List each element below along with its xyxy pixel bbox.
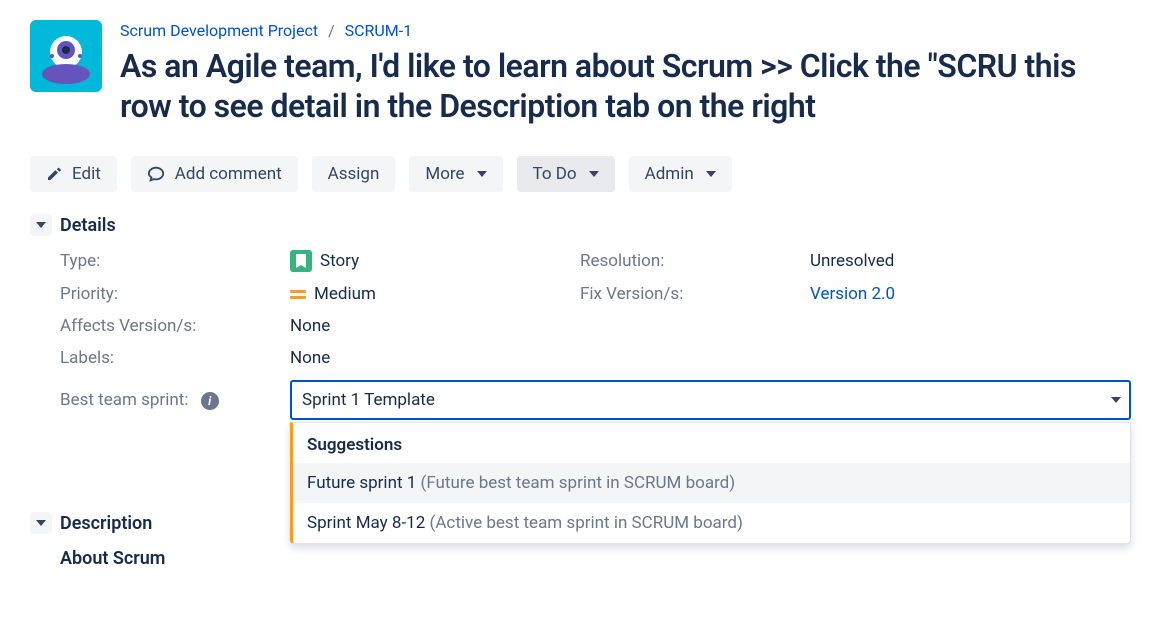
details-header[interactable]: Details [30, 214, 1131, 236]
chevron-down-icon [36, 520, 46, 526]
resolution-label: Resolution: [580, 251, 810, 271]
edit-button[interactable]: Edit [30, 156, 117, 192]
edit-label: Edit [72, 164, 101, 184]
more-button[interactable]: More [409, 156, 502, 192]
sprint-dropdown: Suggestions Future sprint 1 (Future best… [290, 422, 1131, 544]
fix-version-label: Fix Version/s: [580, 284, 810, 304]
description-heading: About Scrum [60, 548, 1131, 569]
dropdown-header: Suggestions [293, 423, 1130, 463]
breadcrumb-issue-link[interactable]: SCRUM-1 [345, 21, 413, 40]
pencil-icon [46, 166, 62, 182]
labels-label: Labels: [60, 348, 290, 368]
toolbar: Edit Add comment Assign More To Do Admin [30, 156, 1131, 192]
affects-version-label: Affects Version/s: [60, 316, 290, 336]
chevron-down-icon [477, 171, 487, 177]
chevron-down-icon [36, 222, 46, 228]
story-icon [290, 250, 312, 272]
admin-label: Admin [645, 164, 694, 184]
priority-text: Medium [314, 284, 376, 304]
add-comment-button[interactable]: Add comment [131, 156, 298, 192]
status-button[interactable]: To Do [517, 156, 615, 192]
details-section: Details Type: Story Resolution: Unresolv… [30, 214, 1131, 420]
dropdown-item[interactable]: Sprint May 8-12 (Active best team sprint… [293, 503, 1130, 543]
breadcrumb: Scrum Development Project / SCRUM-1 [120, 20, 1131, 42]
type-label: Type: [60, 251, 290, 271]
resolution-value: Unresolved [810, 251, 1131, 271]
sprint-label: Best team sprint: i [60, 390, 290, 410]
assign-button[interactable]: Assign [312, 156, 396, 192]
breadcrumb-separator: / [328, 21, 335, 40]
chevron-down-icon [589, 171, 599, 177]
affects-version-value: None [290, 316, 1131, 336]
fix-version-value: Version 2.0 [810, 284, 1131, 304]
sprint-input[interactable] [290, 380, 1131, 420]
dropdown-item-secondary: (Active best team sprint in SCRUM board) [430, 513, 743, 533]
info-icon[interactable]: i [201, 392, 219, 410]
fix-version-link[interactable]: Version 2.0 [810, 284, 895, 304]
chevron-down-icon [706, 171, 716, 177]
project-avatar [30, 20, 102, 92]
details-title: Details [60, 215, 116, 236]
collapse-button[interactable] [30, 214, 52, 236]
more-label: More [425, 164, 464, 184]
priority-label: Priority: [60, 284, 290, 304]
labels-value: None [290, 348, 1131, 368]
type-text: Story [320, 251, 359, 271]
add-comment-label: Add comment [175, 164, 282, 184]
collapse-button[interactable] [30, 512, 52, 534]
issue-title: As an Agile team, I'd like to learn abou… [120, 46, 1131, 126]
admin-button[interactable]: Admin [629, 156, 732, 192]
dropdown-item-secondary: (Future best team sprint in SCRUM board) [421, 473, 736, 493]
breadcrumb-project-link[interactable]: Scrum Development Project [120, 21, 318, 40]
description-title: Description [60, 513, 152, 534]
type-value: Story [290, 250, 580, 272]
comment-icon [147, 165, 165, 183]
dropdown-item[interactable]: Future sprint 1 (Future best team sprint… [293, 463, 1130, 503]
priority-value: Medium [290, 284, 580, 304]
dropdown-item-primary: Future sprint 1 [307, 473, 421, 493]
assign-label: Assign [328, 164, 380, 184]
status-label: To Do [533, 164, 577, 184]
dropdown-item-primary: Sprint May 8-12 [307, 513, 430, 533]
priority-medium-icon [290, 290, 306, 299]
